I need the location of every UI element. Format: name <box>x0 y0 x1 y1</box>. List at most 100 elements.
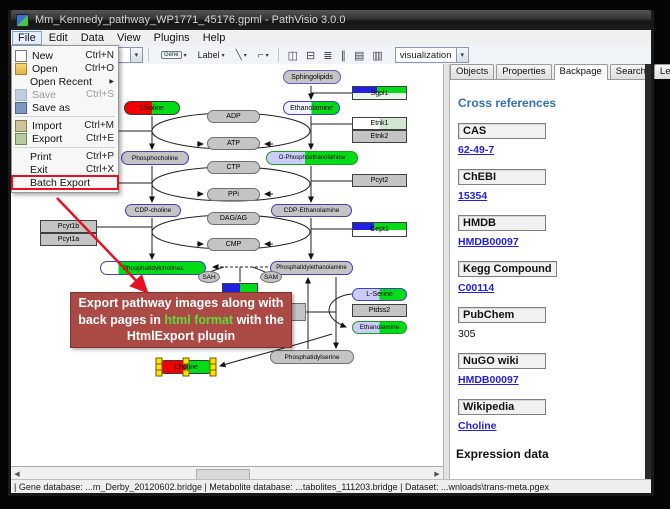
align-center-icon[interactable]: ◫ <box>288 49 298 62</box>
pathway-node-pcyt1a[interactable]: Pcyt1a <box>40 233 97 246</box>
sidebar-tab-strip: ObjectsPropertiesBackpageSearchLegend <box>448 64 651 80</box>
menu-data[interactable]: Data <box>75 31 110 45</box>
backpage-link[interactable]: C00114 <box>458 282 642 294</box>
backpage-link[interactable]: 62-49-7 <box>458 144 642 156</box>
backpage-section-cas: CAS62-49-7 <box>458 123 642 156</box>
pathway-node-choline-selected[interactable]: Choline <box>158 360 214 374</box>
menu-separator <box>15 147 115 148</box>
file-menu-item-print[interactable]: PrintCtrl+P <box>12 150 118 163</box>
pathway-node-ppi[interactable]: PPi <box>207 188 260 201</box>
file-menu-item-open-recent[interactable]: Open Recent▶ <box>12 75 118 88</box>
chevron-down-icon[interactable]: ▾ <box>244 52 247 59</box>
pathway-node-cdp-ethanolamine[interactable]: CDP-Ethanolamine <box>271 204 352 217</box>
node-label: Sphingolipids <box>284 71 340 83</box>
connector-tool-button[interactable]: ⌐▾ <box>254 47 273 64</box>
pathway-node-atp[interactable]: ATP <box>207 137 260 150</box>
scroll-left-icon[interactable]: ◀ <box>11 470 23 478</box>
file-menu-item-new[interactable]: NewCtrl+N <box>12 49 118 62</box>
pathway-node-pcyt2[interactable]: Pcyt2 <box>352 174 407 187</box>
pathway-node-phosphatidylserine[interactable]: Phosphatidylserine <box>270 350 354 364</box>
pathway-node-etnk2[interactable]: Etnk2 <box>352 130 407 143</box>
file-menu-item-batch-export[interactable]: Batch Export <box>12 176 118 189</box>
file-menu-item-save-as[interactable]: Save as <box>12 101 118 114</box>
pathway-node-cmp[interactable]: CMP <box>207 238 260 251</box>
stack-horizontal-icon[interactable]: ▤ <box>354 49 364 62</box>
node-label: O-Phosphoethanolamine <box>267 152 357 164</box>
chevron-down-icon[interactable]: ▾ <box>184 52 187 59</box>
menu-help[interactable]: Help <box>197 31 232 45</box>
selection-handle[interactable] <box>156 370 163 377</box>
pathway-node-cdp-choline[interactable]: CDP-choline <box>125 204 181 217</box>
visualization-combobox[interactable]: visualization ▾ <box>395 47 469 63</box>
menu-item-label: Open <box>32 63 77 75</box>
selection-handle[interactable] <box>183 370 190 377</box>
pathway-node-etnk1[interactable]: Etnk1 <box>352 117 407 130</box>
menu-edit[interactable]: Edit <box>43 31 74 45</box>
menu-file[interactable]: File <box>12 31 42 45</box>
align-middle-icon[interactable]: ⊟ <box>306 49 315 62</box>
chevron-down-icon[interactable]: ▾ <box>130 48 142 62</box>
backpage-link[interactable]: HMDB00097 <box>458 236 642 248</box>
pathway-node-phosphatidylcholines[interactable]: Phosphatidylcholines <box>100 261 206 275</box>
line-tool-button[interactable]: ╲▾ <box>232 47 251 64</box>
file-menu-item-save[interactable]: SaveCtrl+S <box>12 88 118 101</box>
selection-handle[interactable] <box>210 370 217 377</box>
pathway-node-pcyt1b[interactable]: Pcyt1b <box>40 220 97 233</box>
pathway-node-ctp[interactable]: CTP <box>207 161 260 174</box>
backpage-link[interactable]: Choline <box>458 420 642 432</box>
tab-backpage[interactable]: Backpage <box>554 64 608 80</box>
pathway-node-ethanolamine-top[interactable]: Ethanolamine <box>283 101 340 115</box>
chevron-down-icon[interactable]: ▾ <box>222 52 225 59</box>
node-label: PPi <box>208 189 259 200</box>
backpage-section-kegg-compound: Kegg CompoundC00114 <box>458 261 642 294</box>
horizontal-scrollbar[interactable]: ◀ ▶ <box>11 466 443 480</box>
pathway-node-choline-top[interactable]: Choline <box>124 101 180 115</box>
file-menu-item-export[interactable]: ExportCtrl+E <box>12 132 118 145</box>
pathway-node-adp[interactable]: ADP <box>207 110 260 123</box>
tab-legend[interactable]: Legend <box>654 64 670 79</box>
menu-plugins[interactable]: Plugins <box>148 31 196 45</box>
node-label: Ethanolamine <box>284 102 339 114</box>
file-menu-dropdown: NewCtrl+NOpenCtrl+OOpen Recent▶SaveCtrl+… <box>11 45 119 193</box>
distribute-vertical-icon[interactable]: ∥ <box>340 49 346 62</box>
pathway-node-phosphocholine[interactable]: Phosphocholine <box>121 151 189 165</box>
pathway-node-o-phosphoethanolamine[interactable]: O-Phosphoethanolamine <box>266 151 358 165</box>
sidebar-scrollbar[interactable] <box>645 64 651 479</box>
tab-objects[interactable]: Objects <box>450 64 494 79</box>
pathway-node-sphingolipids[interactable]: Sphingolipids <box>283 70 341 84</box>
gene-tool-button[interactable]: Gene▾ <box>157 47 191 64</box>
file-menu-item-open[interactable]: OpenCtrl+O <box>12 62 118 75</box>
file-menu-item-import[interactable]: ImportCtrl+M <box>12 119 118 132</box>
label-tool-button[interactable]: Label▾ <box>194 47 229 64</box>
pathway-node-dag[interactable]: DAG/AG <box>207 212 260 225</box>
tab-properties[interactable]: Properties <box>496 64 551 79</box>
pathway-node-cept1[interactable]: Cept1 <box>352 222 407 237</box>
pathway-node-l-serine[interactable]: L-Serine <box>352 288 407 301</box>
chevron-down-icon[interactable]: ▾ <box>266 52 269 59</box>
backpage-section-nugo-wiki: NuGO wikiHMDB00097 <box>458 353 642 386</box>
pathway-node-ethanolamine-bottom[interactable]: Ethanolamine <box>352 321 407 334</box>
scroll-right-icon[interactable]: ▶ <box>431 470 443 478</box>
file-menu-item-exit[interactable]: ExitCtrl+X <box>12 163 118 176</box>
pane-splitter[interactable] <box>443 64 450 479</box>
chevron-down-icon[interactable]: ▾ <box>456 48 468 62</box>
pathway-node-sam[interactable]: SAM <box>260 271 282 283</box>
backpage-link[interactable]: HMDB00097 <box>458 374 642 386</box>
pathway-node-sgpl1[interactable]: Sgpl1 <box>352 86 407 100</box>
distribute-horizontal-icon[interactable]: ≣ <box>323 49 332 62</box>
menu-item-label: Save as <box>32 102 106 114</box>
stack-vertical-icon[interactable]: ▥ <box>372 49 382 62</box>
menu-view[interactable]: View <box>111 31 147 45</box>
export-icon <box>15 133 27 145</box>
selection-handle[interactable] <box>183 358 190 365</box>
backpage-link[interactable]: 15354 <box>458 190 642 202</box>
node-label: Phosphocholine <box>122 152 188 164</box>
pathway-node-phosphatidylethanolamine[interactable]: Phosphatidylethanolamine <box>270 261 353 275</box>
pathway-node-sah[interactable]: SAH <box>198 271 220 283</box>
menu-item-label: Exit <box>30 164 78 176</box>
title-bar[interactable]: Mm_Kennedy_pathway_WP1771_45176.gpml - P… <box>8 10 654 30</box>
new-document-icon <box>15 50 27 62</box>
backpage-panel[interactable]: Cross references CAS62-49-7ChEBI15354HMD… <box>450 80 642 476</box>
pathway-node-ptdss2[interactable]: Ptdss2 <box>352 304 407 317</box>
node-label: Phosphatidylcholines <box>101 262 205 274</box>
